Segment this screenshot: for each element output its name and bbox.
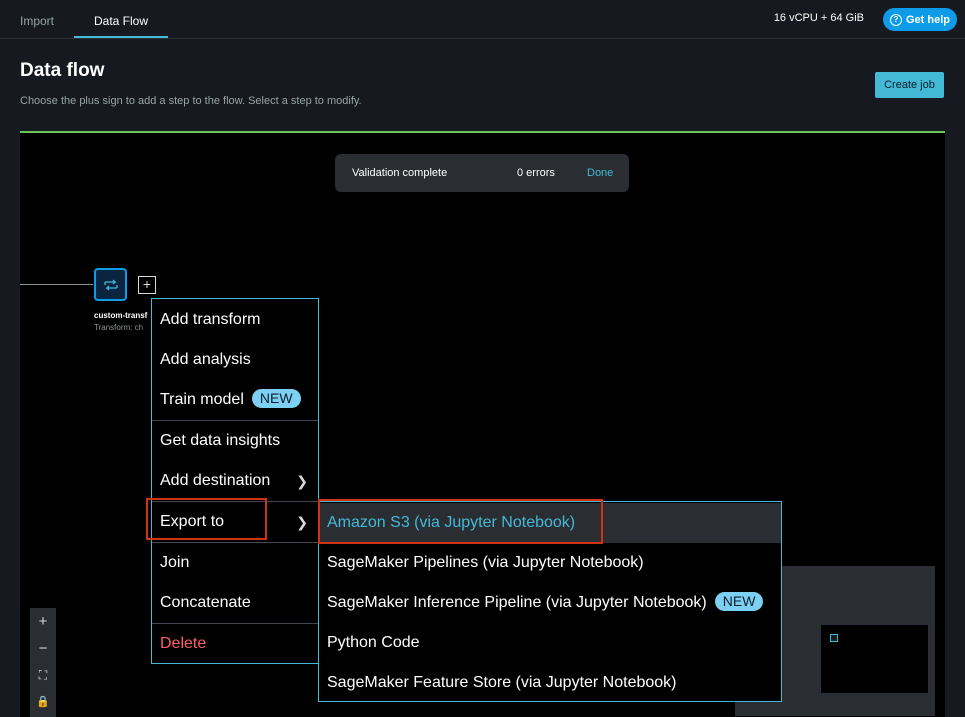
question-icon: ? [889,13,902,26]
add-step-plus-icon[interactable]: + [138,276,156,294]
amazon-s3-highlight-box [318,499,603,544]
node-subtitle: Transform: ch [94,323,144,332]
get-help-button[interactable]: ? Get help [883,8,957,31]
menu-label: Add analysis [160,351,251,368]
submenu-label: SageMaker Inference Pipeline (via Jupyte… [327,594,707,611]
node-name: custom-transf [94,311,148,320]
tab-import[interactable]: Import [20,0,54,38]
validation-errors: 0 errors [517,167,555,179]
top-tab-bar: Import Data Flow 16 vCPU + 64 GiB ? Get … [0,0,965,39]
new-badge: NEW [251,389,301,408]
new-badge: NEW [714,592,764,611]
validation-toast: Validation complete 0 errors Done [335,154,629,192]
menu-item-get-data-insights[interactable]: Get data insights [152,421,318,461]
transform-icon [103,279,118,290]
menu-label: Add transform [160,311,261,328]
menu-item-add-transform[interactable]: Add transform [152,300,318,340]
menu-item-train-model[interactable]: Train model NEW [152,380,318,420]
node-context-menu: Add transform Add analysis Train model NE… [151,298,319,664]
page-subtitle: Choose the plus sign to add a step to th… [20,95,362,107]
minimap-node [830,634,838,642]
menu-label: Delete [160,635,207,652]
menu-item-join[interactable]: Join [152,543,318,583]
menu-label: Get data insights [160,432,281,449]
create-job-button[interactable]: Create job [875,72,944,98]
menu-item-concatenate[interactable]: Concatenate [152,583,318,623]
submenu-item-python-code[interactable]: Python Code [319,623,781,663]
fit-view-icon[interactable]: ⛶ [30,662,56,689]
lock-icon[interactable]: 🔒 [30,689,56,716]
menu-item-add-analysis[interactable]: Add analysis [152,340,318,380]
chevron-right-icon: ❯ [296,473,308,489]
submenu-item-feature-store[interactable]: SageMaker Feature Store (via Jupyter Not… [319,663,781,703]
submenu-item-inference-pipeline[interactable]: SageMaker Inference Pipeline (via Jupyte… [319,583,781,623]
menu-label: Train model [160,391,244,408]
zoom-controls: + − ⛶ 🔒 [30,608,56,717]
get-help-label: Get help [905,13,950,26]
submenu-label: SageMaker Pipelines (via Jupyter Noteboo… [327,554,644,571]
menu-item-delete[interactable]: Delete [152,624,318,664]
zoom-in-icon[interactable]: + [30,608,56,635]
menu-label: Join [160,554,190,571]
tab-data-flow[interactable]: Data Flow [74,0,168,38]
minimap-viewport [820,624,929,694]
menu-item-add-destination[interactable]: Add destination ❯ [152,461,318,501]
submenu-label: Python Code [327,634,420,651]
flow-edge [20,284,93,285]
page-title: Data flow [20,60,105,81]
submenu-item-sagemaker-pipelines[interactable]: SageMaker Pipelines (via Jupyter Noteboo… [319,543,781,583]
export-to-highlight-box [146,498,267,540]
menu-label: Add destination [160,472,271,489]
chevron-right-icon: ❯ [296,514,308,530]
validation-message: Validation complete [352,167,448,179]
submenu-label: SageMaker Feature Store (via Jupyter Not… [327,674,677,691]
instance-resources[interactable]: 16 vCPU + 64 GiB [774,12,864,24]
validation-done-link[interactable]: Done [587,167,613,179]
menu-label: Concatenate [160,594,251,611]
zoom-out-icon[interactable]: − [30,635,56,662]
transform-node[interactable] [94,268,127,301]
